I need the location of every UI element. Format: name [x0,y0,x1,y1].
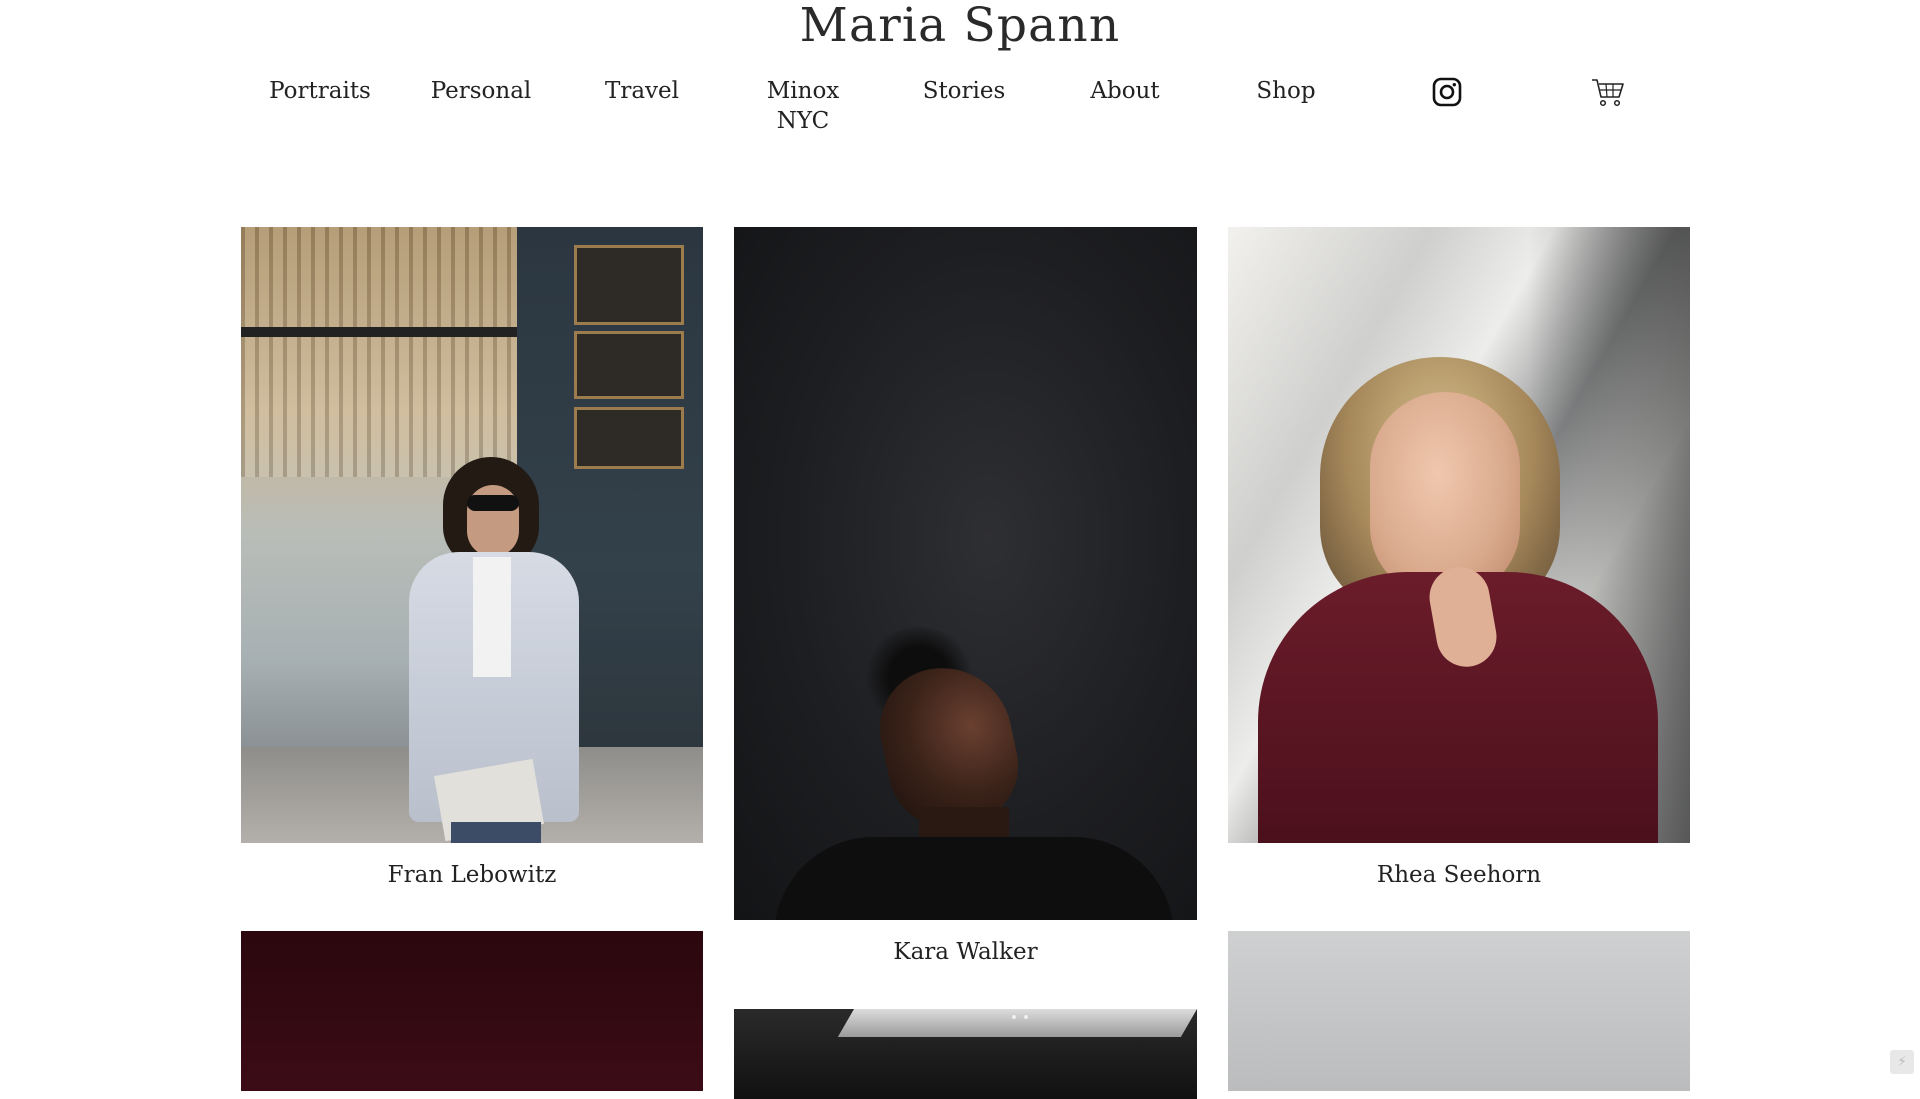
photo-row2-middle[interactable] [734,1009,1197,1099]
photo-row2-right[interactable] [1228,931,1690,1091]
caption-rhea-seehorn[interactable]: Rhea Seehorn [1228,862,1690,888]
caption-fran-lebowitz[interactable]: Fran Lebowitz [241,862,703,888]
photo-row2-left[interactable] [241,931,703,1091]
photo-kara-walker[interactable] [734,227,1197,920]
portrait-gallery: Fran Lebowitz Kara Walker Rhea Seehorn [0,0,1920,1080]
lightning-icon[interactable]: ⚡ [1890,1050,1914,1074]
photo-fran-lebowitz[interactable] [241,227,703,843]
caption-kara-walker[interactable]: Kara Walker [734,939,1197,965]
photo-rhea-seehorn[interactable] [1228,227,1690,843]
